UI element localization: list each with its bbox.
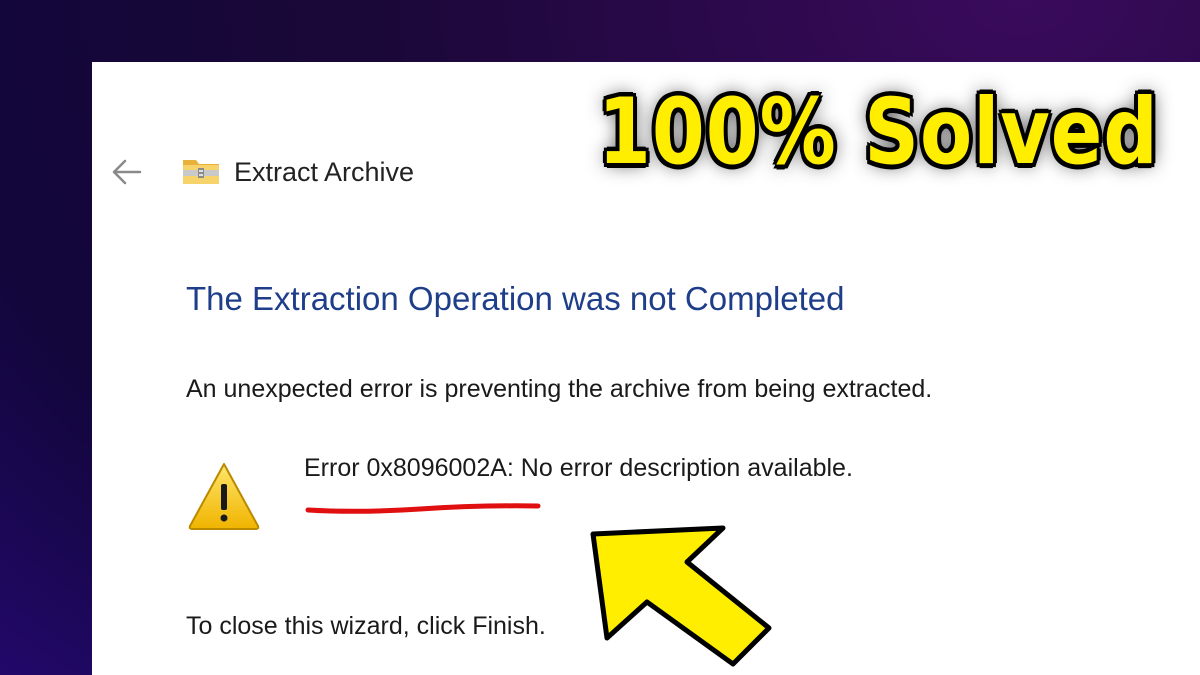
solved-banner: 100% Solved (598, 78, 1159, 185)
yellow-arrow-annotation (590, 525, 772, 667)
error-code-text: Error 0x8096002A: No error description a… (304, 454, 853, 482)
error-message: An unexpected error is preventing the ar… (186, 375, 933, 403)
compressed-folder-icon (183, 160, 219, 184)
window-title: Extract Archive (234, 157, 415, 187)
warning-icon (188, 463, 260, 530)
red-underline-annotation (305, 503, 541, 514)
back-arrow-icon[interactable] (110, 157, 144, 187)
close-wizard-hint: To close this wizard, click Finish. (186, 612, 546, 640)
page-heading: The Extraction Operation was not Complet… (186, 280, 845, 317)
